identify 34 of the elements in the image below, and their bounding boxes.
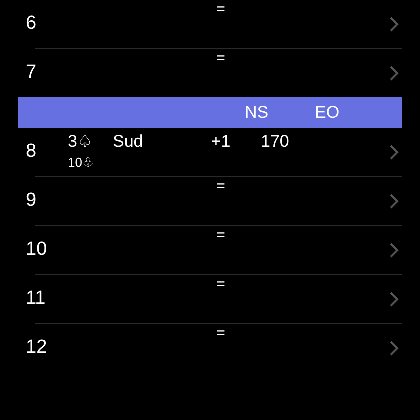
declarer-text: Sud (113, 131, 144, 153)
board-row[interactable]: 6 = (0, 0, 420, 48)
board-row[interactable]: 8 3♤ 10♧ Sud +1 170 (0, 128, 420, 176)
result-text: = (216, 0, 226, 17)
chevron-right-icon (390, 144, 399, 160)
result-text: = (216, 226, 226, 243)
column-heading: NS (245, 102, 270, 122)
board-row[interactable]: 12 = (0, 324, 420, 372)
result-text: = (216, 49, 226, 66)
result-text: +1 (211, 131, 231, 153)
board-number: 12 (26, 337, 48, 359)
board-row[interactable]: 7 = (0, 49, 420, 97)
ns-score: 170 (261, 131, 290, 153)
board-number: 9 (26, 190, 38, 212)
board-row[interactable]: 9 = (0, 177, 420, 225)
column-heading: EO (315, 102, 341, 122)
chevron-right-icon (390, 242, 399, 258)
board-number: 8 (26, 141, 38, 163)
chevron-right-icon (390, 340, 399, 356)
board-number: 11 (26, 288, 47, 310)
chevron-right-icon (390, 16, 399, 32)
board-number: 10 (26, 239, 48, 261)
chevron-right-icon (390, 292, 399, 306)
chevron-right-icon (390, 66, 399, 80)
contract-text: 3♤ (68, 132, 94, 152)
chevron-right-icon (390, 194, 399, 208)
board-row[interactable]: 11 = (0, 275, 420, 323)
result-text: = (216, 275, 226, 292)
board-row[interactable]: 10 = (0, 226, 420, 274)
result-text: = (216, 324, 226, 341)
result-text: = (216, 177, 226, 194)
board-number: 6 (26, 13, 38, 35)
lead-card-text: 10♧ (68, 154, 96, 172)
board-number: 7 (26, 62, 38, 84)
